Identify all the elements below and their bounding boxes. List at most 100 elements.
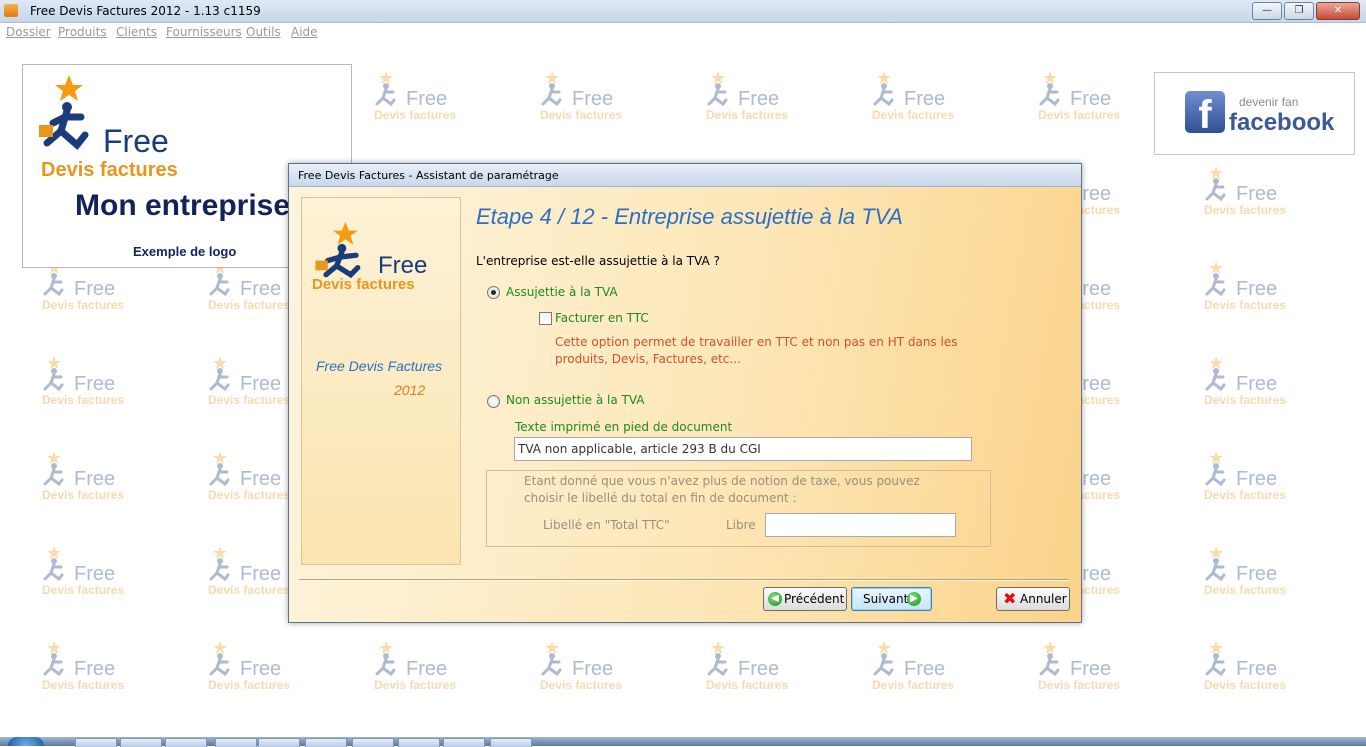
windows-taskbar bbox=[0, 737, 1366, 747]
watermark-subtitle: Devis factures bbox=[1204, 488, 1287, 502]
dialog-separator bbox=[299, 579, 1069, 581]
watermark-logo: ★FreeDevis factures bbox=[704, 70, 796, 130]
watermark-logo: ★FreeDevis factures bbox=[40, 450, 132, 510]
runner-icon bbox=[1205, 653, 1226, 677]
runner-icon bbox=[707, 653, 728, 677]
watermark-subtitle: Devis factures bbox=[540, 108, 623, 122]
dialog-title: Free Devis Factures - Assistant de param… bbox=[298, 169, 559, 182]
runner-icon bbox=[209, 653, 230, 677]
watermark-subtitle: Devis factures bbox=[706, 678, 789, 692]
cancel-button[interactable]: ✖ Annuler bbox=[996, 587, 1070, 611]
runner-icon bbox=[43, 653, 64, 677]
previous-button[interactable]: ◀ Précédent bbox=[763, 587, 847, 611]
watermark-logo: ★FreeDevis factures bbox=[1202, 260, 1294, 320]
runner-icon bbox=[43, 368, 64, 392]
watermark-logo: ★FreeDevis factures bbox=[1036, 70, 1128, 130]
runner-icon bbox=[873, 83, 894, 107]
free-label: Libre bbox=[726, 518, 756, 532]
watermark-logo: ★FreeDevis factures bbox=[40, 355, 132, 415]
arrow-left-icon: ◀ bbox=[768, 592, 782, 606]
watermark-logo: ★FreeDevis factures bbox=[870, 70, 962, 130]
facebook-fan-text: devenir fan bbox=[1239, 95, 1299, 109]
watermark-logo: ★FreeDevis factures bbox=[372, 640, 464, 700]
watermark-subtitle: Devis factures bbox=[42, 583, 125, 597]
free-devis-logo: Free Devis factures bbox=[37, 73, 197, 183]
wizard-side-pane: Free Devis factures Free Devis Factures … bbox=[301, 197, 461, 565]
radio-non-assujettie[interactable] bbox=[487, 395, 500, 408]
facebook-fan-panel[interactable]: f devenir fan facebook bbox=[1154, 72, 1355, 155]
minimize-button[interactable]: — bbox=[1252, 2, 1282, 20]
runner-icon bbox=[541, 653, 562, 677]
watermark-subtitle: Devis factures bbox=[872, 678, 955, 692]
menu-fournisseurs[interactable]: Fournisseurs bbox=[166, 25, 242, 39]
radio-assujettie[interactable] bbox=[487, 286, 500, 299]
close-button[interactable]: ✕ bbox=[1316, 2, 1360, 20]
runner-icon bbox=[375, 653, 396, 677]
checkbox-facturer-ttc-label[interactable]: Facturer en TTC bbox=[555, 311, 649, 325]
runner-icon bbox=[315, 221, 361, 279]
dialog-titlebar: Free Devis Factures - Assistant de param… bbox=[289, 164, 1081, 187]
tax-note-line-2: choisir le libellé du total en fin de do… bbox=[524, 491, 797, 505]
watermark-subtitle: Devis factures bbox=[1038, 678, 1121, 692]
watermark-subtitle: Devis factures bbox=[374, 108, 457, 122]
pane-year: 2012 bbox=[394, 382, 426, 398]
pane-app-name: Free Devis Factures bbox=[316, 358, 443, 374]
watermark-logo: ★FreeDevis factures bbox=[1202, 165, 1294, 225]
watermark-subtitle: Devis factures bbox=[706, 108, 789, 122]
minimize-icon: — bbox=[1262, 5, 1272, 16]
runner-icon bbox=[209, 558, 230, 582]
free-label-input[interactable] bbox=[765, 513, 956, 537]
setup-wizard-dialog: Free Devis Factures - Assistant de param… bbox=[288, 163, 1082, 623]
runner-icon bbox=[1205, 178, 1226, 202]
next-button[interactable]: Suivant ▶ bbox=[851, 587, 932, 611]
checkbox-facturer-ttc[interactable] bbox=[539, 312, 552, 325]
total-label: Libellé en "Total TTC" bbox=[543, 518, 670, 532]
watermark-subtitle: Devis factures bbox=[1204, 393, 1287, 407]
watermark-subtitle: Devis factures bbox=[872, 108, 955, 122]
watermark-logo: ★FreeDevis factures bbox=[40, 545, 132, 605]
runner-icon bbox=[209, 463, 230, 487]
watermark-logo: ★FreeDevis factures bbox=[206, 260, 298, 320]
logo-caption: Exemple de logo bbox=[133, 244, 237, 259]
watermark-subtitle: Devis factures bbox=[374, 678, 457, 692]
dialog-logo-subtitle: Devis factures bbox=[312, 276, 415, 293]
runner-icon bbox=[1205, 368, 1226, 392]
menu-dossier[interactable]: Dossier bbox=[6, 25, 51, 39]
watermark-subtitle: Devis factures bbox=[42, 678, 125, 692]
watermark-subtitle: Devis factures bbox=[1204, 298, 1287, 312]
watermark-logo: ★FreeDevis factures bbox=[1202, 355, 1294, 415]
runner-icon bbox=[209, 368, 230, 392]
watermark-logo: ★FreeDevis factures bbox=[206, 545, 298, 605]
watermark-logo: ★FreeDevis factures bbox=[206, 355, 298, 415]
restore-button[interactable]: ❐ bbox=[1284, 2, 1314, 20]
menu-produits[interactable]: Produits bbox=[58, 25, 107, 39]
logo-free-word: Free bbox=[103, 123, 169, 159]
menu-clients[interactable]: Clients bbox=[116, 25, 157, 39]
watermark-subtitle: Devis factures bbox=[42, 298, 125, 312]
watermark-subtitle: Devis factures bbox=[1204, 678, 1287, 692]
runner-icon bbox=[43, 558, 64, 582]
watermark-subtitle: Devis factures bbox=[208, 393, 291, 407]
window-titlebar: Free Devis Factures 2012 - 1.13 c1159 — … bbox=[0, 0, 1366, 23]
start-orb-icon[interactable] bbox=[8, 737, 44, 746]
menu-aide[interactable]: Aide bbox=[291, 25, 318, 39]
footer-text-label: Texte imprimé en pied de document bbox=[515, 420, 733, 434]
watermark-subtitle: Devis factures bbox=[42, 393, 125, 407]
cancel-x-icon: ✖ bbox=[1003, 589, 1017, 608]
question-label: L'entreprise est-elle assujettie à la TV… bbox=[476, 254, 720, 268]
runner-icon bbox=[43, 463, 64, 487]
watermark-subtitle: Devis factures bbox=[208, 488, 291, 502]
radio-non-assujettie-label[interactable]: Non assujettie à la TVA bbox=[506, 393, 645, 407]
watermark-logo: ★FreeDevis factures bbox=[704, 640, 796, 700]
watermark-subtitle: Devis factures bbox=[540, 678, 623, 692]
company-name: Mon entreprise bbox=[75, 189, 291, 222]
menu-outils[interactable]: Outils bbox=[246, 25, 281, 39]
watermark-logo: ★FreeDevis factures bbox=[870, 640, 962, 700]
footer-text-input[interactable]: TVA non applicable, article 293 B du CGI bbox=[514, 437, 972, 461]
watermark-subtitle: Devis factures bbox=[208, 678, 291, 692]
runner-icon bbox=[43, 273, 64, 297]
window-title: Free Devis Factures 2012 - 1.13 c1159 bbox=[30, 4, 261, 18]
runner-icon bbox=[209, 273, 230, 297]
radio-assujettie-label[interactable]: Assujettie à la TVA bbox=[506, 285, 618, 299]
logo-subtitle: Devis factures bbox=[41, 159, 178, 181]
